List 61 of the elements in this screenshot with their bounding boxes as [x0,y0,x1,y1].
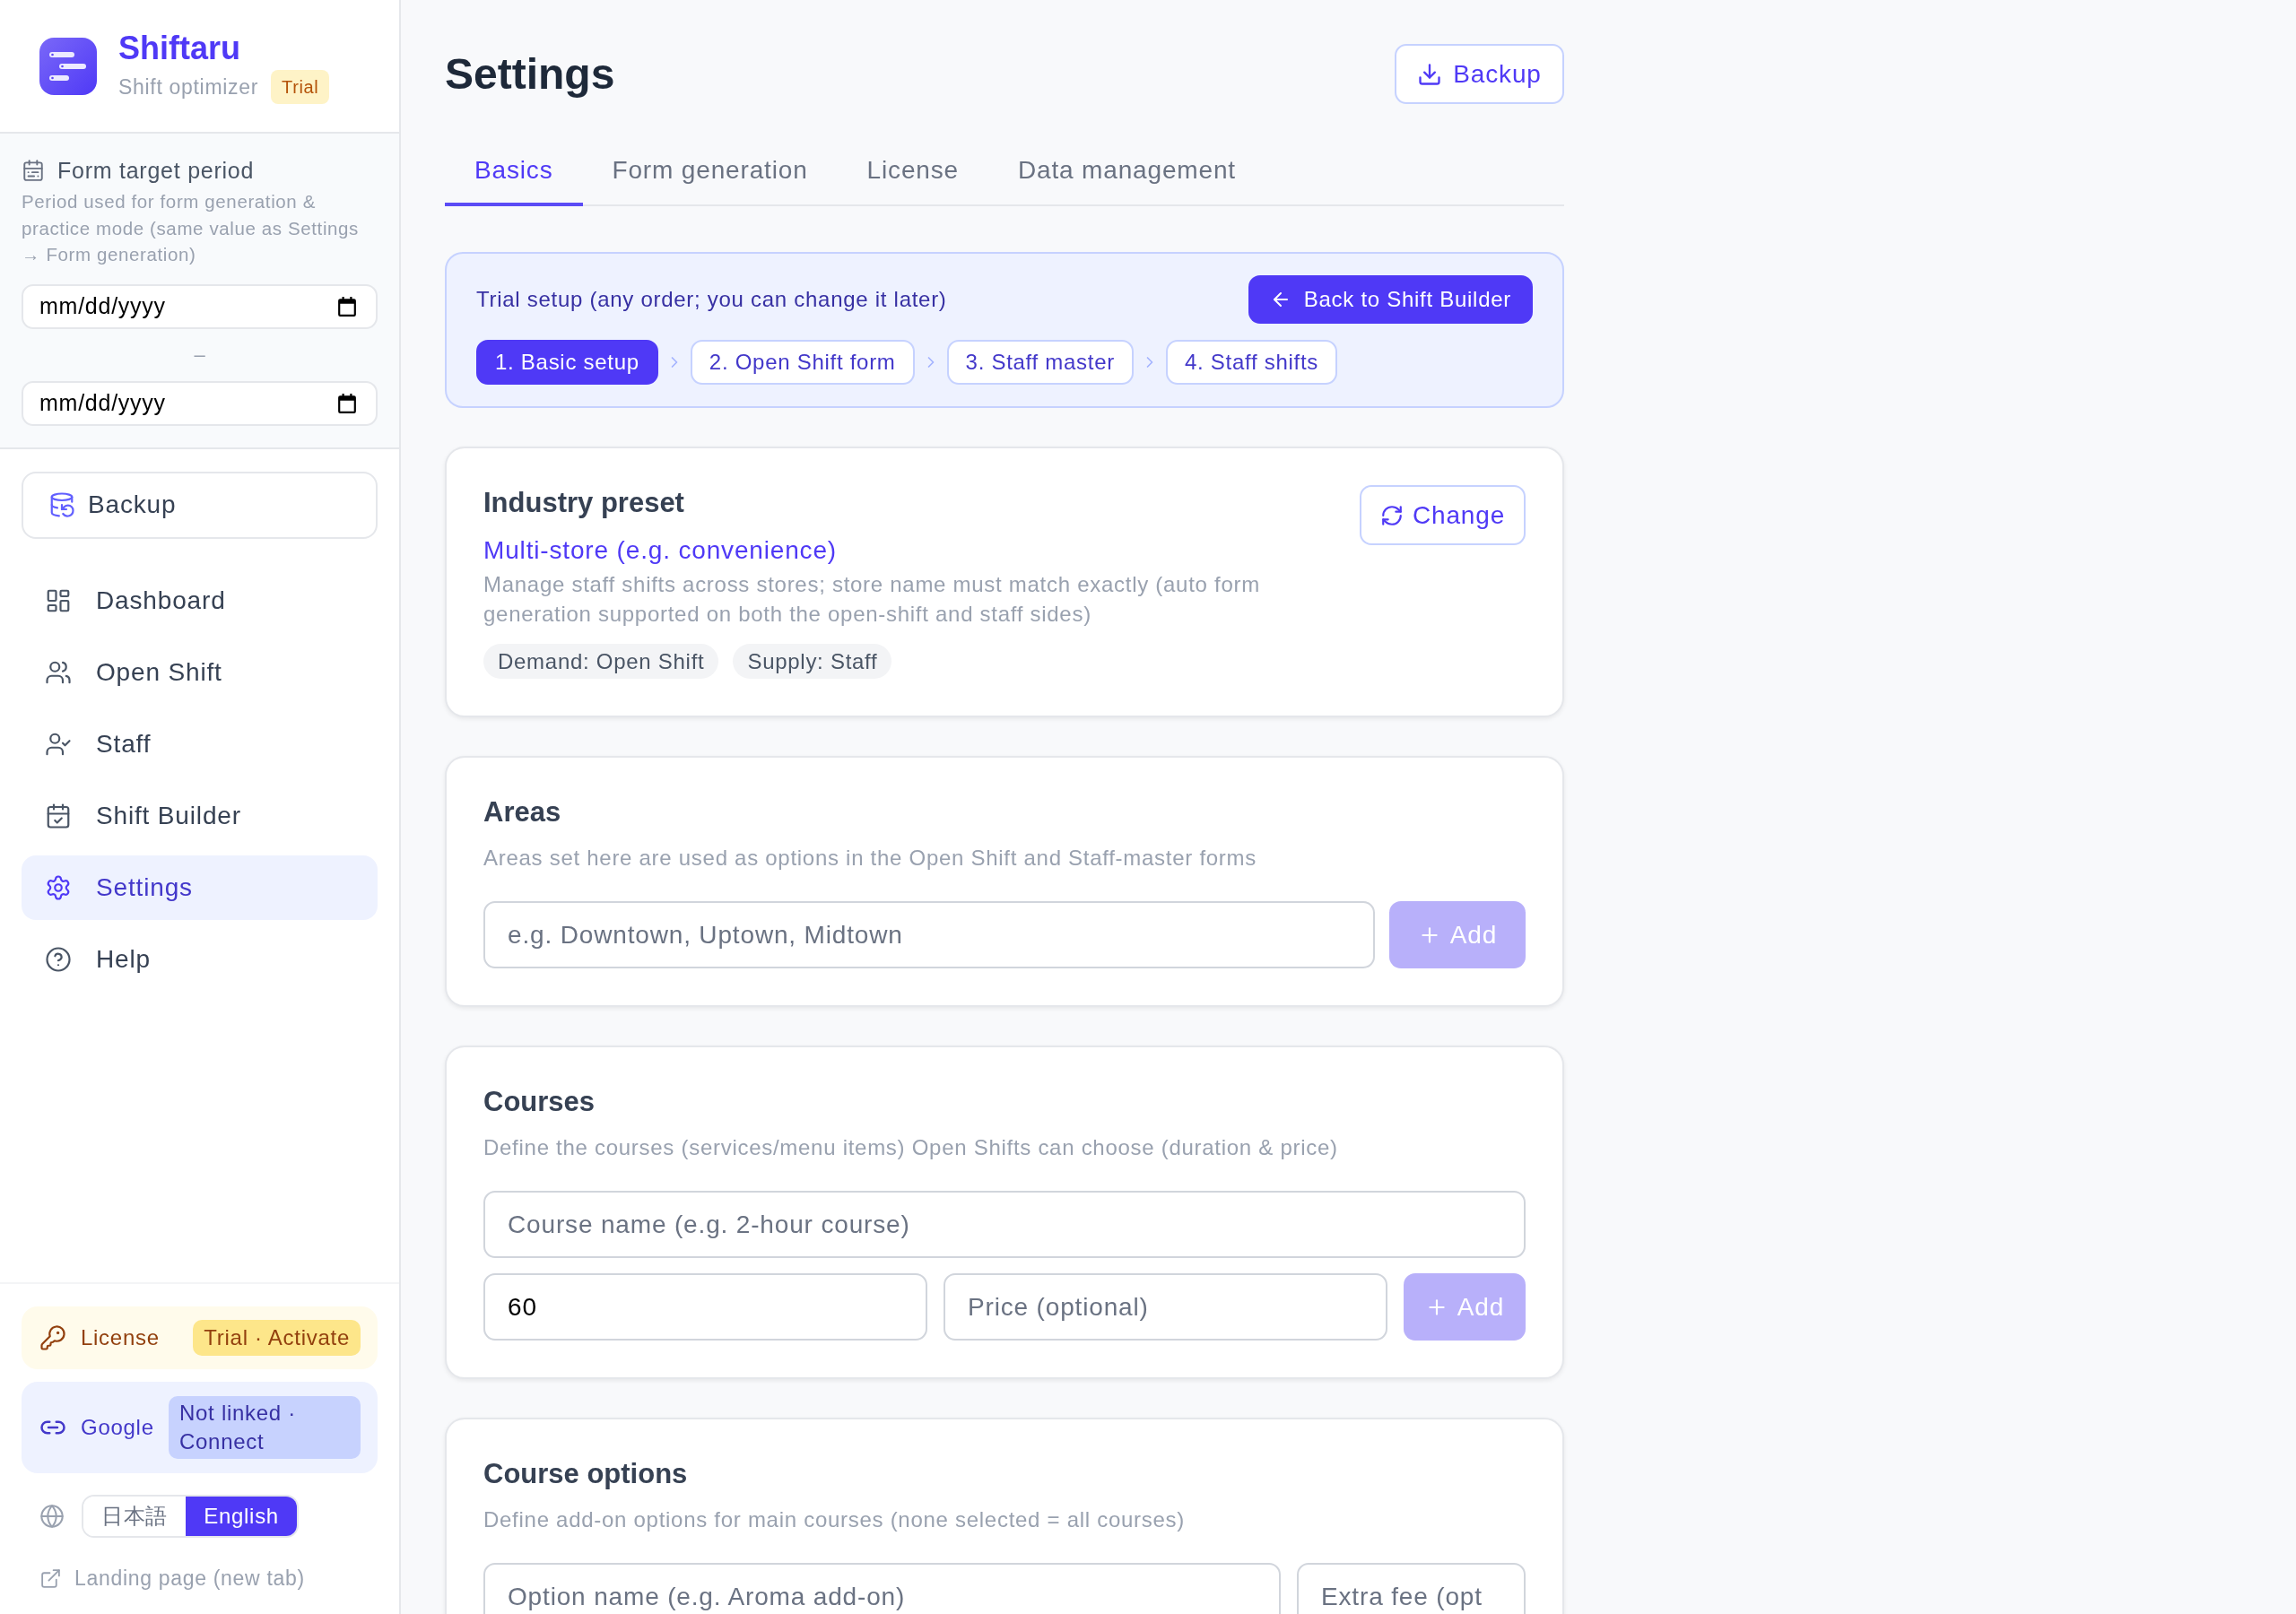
google-status-badge: Not linked · Connect [169,1396,361,1459]
backup-button[interactable]: Backup [1395,44,1564,104]
setup-step[interactable]: 2. Open Shift form [690,340,915,385]
area-input[interactable]: e.g. Downtown, Uptown, Midtown [483,901,1375,968]
card-description: Define add-on options for main courses (none selected = all courses) [483,1506,1187,1533]
language-option[interactable]: English [186,1497,297,1536]
download-icon [1417,61,1443,87]
calendar-check-icon [45,802,72,829]
key-icon [39,1324,66,1351]
trial-badge: Trial [271,69,330,104]
external-link-icon [39,1566,62,1590]
period-title: Form target period [57,157,255,184]
card-title: Industry preset [483,486,685,520]
tab[interactable]: Basics [445,134,583,206]
help-icon [45,945,72,973]
extra-fee-input[interactable]: Extra fee (opt [1297,1563,1526,1614]
card-title: Areas [483,795,562,829]
period-description: Period used for form generation & practice mode (same value as Settings → Form generation) [22,190,360,266]
card-description: Define the courses (services/menu items) Open Shifts can choose (duration & price) [483,1134,1339,1161]
nav-item[interactable]: Dashboard [22,568,378,633]
date-field[interactable]: mm/dd/yyyy [22,283,378,329]
google-link-button[interactable]: Google Not linked · Connect [22,1382,378,1473]
nav-item[interactable]: Staff [22,711,378,777]
course-name-input[interactable]: Course name (e.g. 2-hour course) [483,1191,1526,1258]
change-button[interactable]: Change [1360,485,1526,545]
preset-description: Manage staff shifts across stores; store name must match exactly (auto form generation supported on both the open-shift and staff sides) [483,571,1261,628]
nav-item[interactable]: Open Shift [22,639,378,705]
settings-icon [45,873,72,901]
date-field[interactable]: mm/dd/yyyy [22,380,378,426]
tab[interactable]: Data management [987,134,1265,206]
preset-name: Multi-store (e.g. convenience) [483,535,839,566]
brand-name: Shiftaru [118,28,241,68]
nav-item[interactable]: Settings [22,855,378,920]
license-status-badge: Trial · Activate [193,1320,361,1356]
option-name-input[interactable]: Option name (e.g. Aroma add-on) [483,1563,1281,1614]
calendar-icon [22,159,45,182]
tab[interactable]: Form generation [582,134,838,206]
trial-setup-text: Trial setup (any order; you can change it later) [476,286,947,313]
globe-icon [39,1504,65,1529]
range-dash: – [194,342,205,368]
setup-step[interactable]: 4. Staff shifts [1166,340,1338,385]
card-title: Courses [483,1085,596,1119]
page-title: Settings [445,49,615,100]
database-backup-icon [48,491,75,518]
setup-step[interactable]: 3. Staff master [946,340,1134,385]
card-description: Areas set here are used as options in the Open Shift and Staff-master forms [483,845,1257,872]
card-title: Course options [483,1457,689,1491]
duration-input[interactable]: 60 [483,1273,927,1341]
refresh-icon [1379,503,1404,527]
nav-item[interactable]: Shift Builder [22,783,378,848]
backup-button[interactable]: Backup [22,471,378,539]
price-input[interactable]: Price (optional) [944,1273,1387,1341]
setup-step[interactable]: 1. Basic setup [476,340,658,385]
logo-icon [39,37,97,95]
back-to-shift-builder-button[interactable]: Back to Shift Builder [1248,275,1533,324]
brand-subtitle: Shift optimizer [118,74,259,100]
preset-tag: Supply: Staff [733,644,892,679]
preset-tag: Demand: Open Shift [483,644,719,679]
license-button[interactable]: License Trial · Activate [22,1306,378,1369]
nav-item[interactable]: Help [22,926,378,992]
tab[interactable]: License [837,134,988,206]
